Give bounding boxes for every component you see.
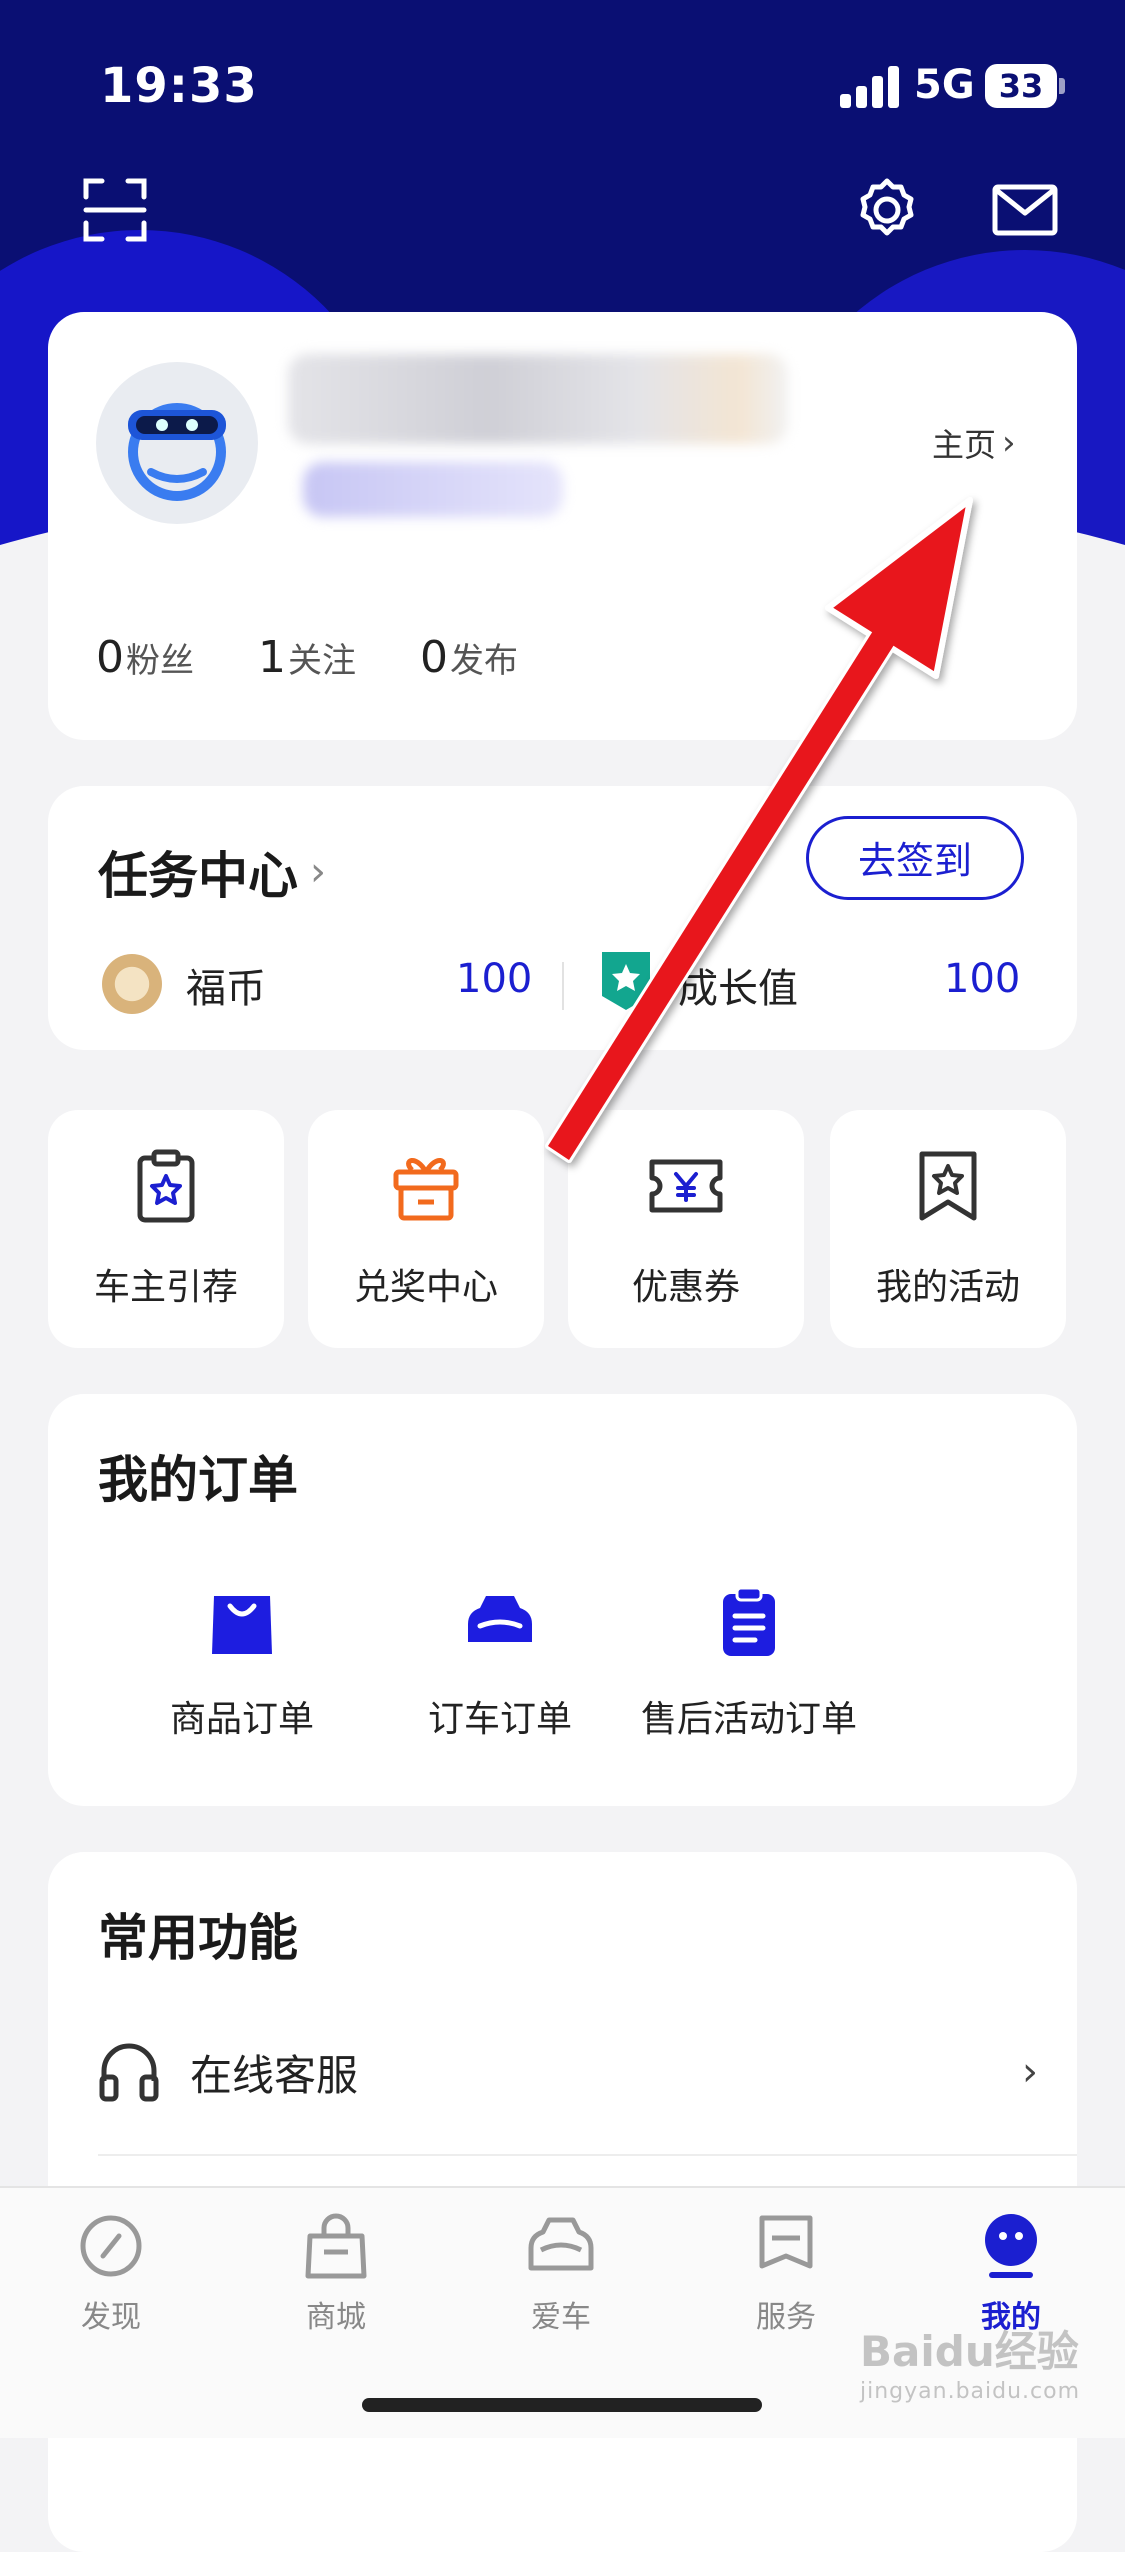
compass-icon bbox=[80, 2215, 142, 2277]
user-tag-blurred bbox=[303, 462, 563, 517]
bookmark-star-icon bbox=[919, 1151, 977, 1221]
car-icon bbox=[468, 1596, 532, 1642]
my-orders-title: 我的订单 bbox=[98, 1451, 298, 1509]
tab-my-car[interactable]: 爱车 bbox=[486, 2210, 636, 2336]
points-row: 福币 100 成长值 100 bbox=[48, 950, 1077, 1020]
fubi-value[interactable]: 100 bbox=[456, 956, 532, 1002]
online-service-label: 在线客服 bbox=[190, 2050, 359, 2100]
battery-level: 33 bbox=[985, 64, 1057, 108]
clipboard-list-icon bbox=[723, 1586, 775, 1656]
homepage-link[interactable]: 主页 › bbox=[932, 420, 1016, 466]
tile-owner-referral[interactable]: 车主引荐 bbox=[48, 1110, 284, 1348]
status-bar: 19:33 5G 33 bbox=[0, 0, 1125, 176]
username-blurred bbox=[288, 354, 788, 444]
profile-face-icon bbox=[985, 2214, 1037, 2278]
checkin-button[interactable]: 去签到 bbox=[806, 816, 1024, 900]
scan-icon[interactable] bbox=[80, 175, 150, 245]
avatar[interactable] bbox=[96, 362, 258, 524]
task-center-title[interactable]: 任务中心 › bbox=[98, 836, 326, 908]
tile-coupons[interactable]: 优惠券 bbox=[568, 1110, 804, 1348]
chevron-right-icon: › bbox=[1002, 423, 1016, 463]
shopping-bag-icon bbox=[212, 1596, 272, 1654]
watermark: Baidu经验 jingyan.baidu.com bbox=[860, 2327, 1081, 2404]
growth-shield-icon bbox=[602, 952, 650, 1010]
service-icon bbox=[759, 2215, 813, 2269]
online-service-item[interactable]: 在线客服 › bbox=[98, 2032, 1038, 2112]
tile-reward-center[interactable]: 兑奖中心 bbox=[308, 1110, 544, 1348]
network-type: 5G bbox=[914, 62, 975, 108]
headset-icon bbox=[99, 2043, 159, 2102]
common-functions-title: 常用功能 bbox=[98, 1909, 298, 1967]
growth-label: 成长值 bbox=[678, 966, 798, 1012]
signal-icon bbox=[840, 66, 900, 108]
order-car[interactable]: 订车订单 bbox=[380, 1584, 620, 1742]
clipboard-star-icon bbox=[137, 1149, 195, 1223]
gift-box-icon bbox=[393, 1158, 459, 1221]
stat-posts[interactable]: 0发布 bbox=[420, 632, 518, 683]
stat-following[interactable]: 1关注 bbox=[258, 632, 356, 683]
growth-value[interactable]: 100 bbox=[944, 956, 1020, 1002]
tab-service[interactable]: 服务 bbox=[711, 2210, 861, 2336]
homepage-label: 主页 bbox=[932, 426, 997, 464]
order-products[interactable]: 商品订单 bbox=[122, 1584, 362, 1742]
stat-fans[interactable]: 0粉丝 bbox=[96, 632, 194, 683]
chevron-right-icon: › bbox=[1022, 2049, 1038, 2095]
tab-discover[interactable]: 发现 bbox=[36, 2210, 186, 2336]
profile-stats: 0粉丝 1关注 0发布 bbox=[96, 632, 518, 683]
profile-card: 主页 › 0粉丝 1关注 0发布 bbox=[48, 312, 1077, 740]
tab-mall[interactable]: 商城 bbox=[261, 2210, 411, 2336]
tile-my-activities[interactable]: 我的活动 bbox=[830, 1110, 1066, 1348]
divider bbox=[98, 2154, 1077, 2156]
chevron-right-icon: › bbox=[310, 849, 326, 895]
battery-icon: 33 bbox=[985, 64, 1065, 108]
order-after-sales[interactable]: 售后活动订单 bbox=[614, 1584, 884, 1742]
home-indicator bbox=[362, 2398, 762, 2412]
robot-avatar-icon bbox=[128, 403, 226, 501]
gear-icon[interactable] bbox=[852, 175, 922, 245]
shopping-bag-icon bbox=[305, 2213, 367, 2279]
mail-icon[interactable] bbox=[990, 175, 1060, 245]
fubi-label: 福币 bbox=[186, 966, 266, 1012]
coin-icon bbox=[102, 954, 162, 1014]
divider bbox=[562, 962, 564, 1010]
task-center-card: 任务中心 › 去签到 福币 100 成长值 100 bbox=[48, 786, 1077, 1050]
car-front-icon bbox=[528, 2217, 594, 2271]
coupon-yen-icon bbox=[649, 1159, 723, 1213]
status-time: 19:33 bbox=[100, 58, 258, 114]
my-orders-card: 我的订单 商品订单 订车订单 售后活动订单 bbox=[48, 1394, 1077, 1806]
